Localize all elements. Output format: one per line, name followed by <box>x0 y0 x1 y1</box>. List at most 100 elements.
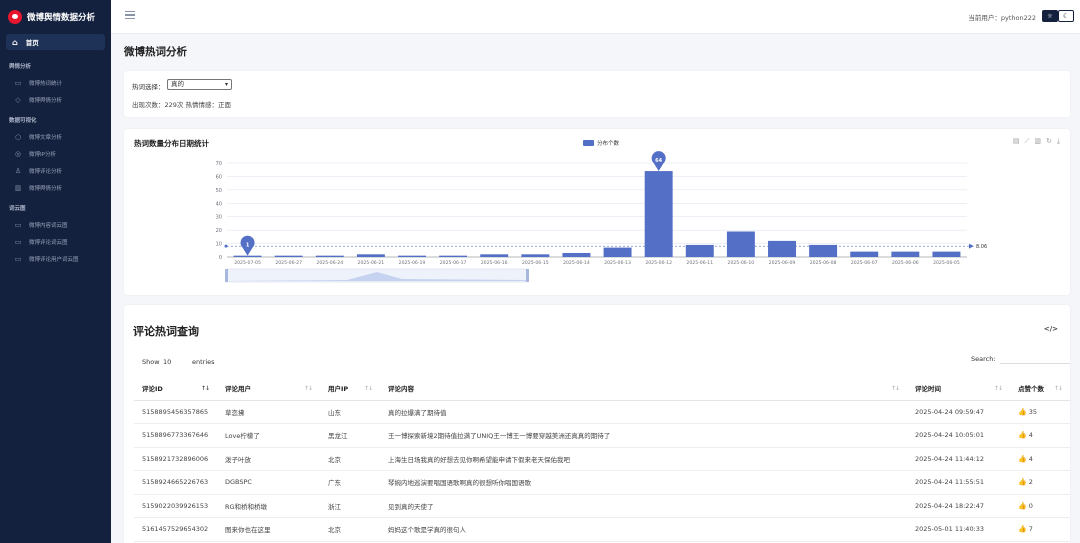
table-row[interactable]: 5159022039926153 RG和桥和桥墩 浙江 见到真的天使了 2025-04-… <box>134 494 1070 518</box>
cell-ip: 浙江 <box>320 494 380 518</box>
sidebar-item-home[interactable]: ⌂ 首页 <box>6 34 105 50</box>
sidebar-item-article-analysis[interactable]: ○ 微博文章分析 <box>0 128 111 145</box>
cell-user: 草恋拂 <box>217 400 320 424</box>
sidebar-item-content-wordcloud[interactable]: ▭ 微博内容词云图 <box>0 216 111 233</box>
data-zoom-handle-right <box>526 269 529 282</box>
bar <box>356 254 385 257</box>
x-tick-label: 2025-06-21 <box>358 260 385 266</box>
thumbs-up-icon: 👍 <box>1018 407 1027 416</box>
sidebar-item-label: 微博文章分析 <box>29 134 63 141</box>
sidebar-item-comment-analysis[interactable]: ♙ 微博评论分析 <box>0 162 111 179</box>
sidebar-item-label: 微博IP分析 <box>29 151 56 158</box>
sidebar-item-sentiment-analysis[interactable]: ◇ 微博舆情分析 <box>0 91 111 108</box>
monitor-icon: ▭ <box>14 237 22 246</box>
header-label: 点赞个数 <box>1018 385 1044 394</box>
bar-chart-icon: ▥ <box>14 183 22 192</box>
x-tick-label: 2025-06-08 <box>810 260 837 266</box>
x-tick-label: 2025-06-12 <box>645 260 672 266</box>
column-header-ip[interactable]: 用户IP ↑↓ <box>320 377 380 401</box>
average-mark-label: 8.06 <box>976 244 987 250</box>
average-mark-start <box>224 244 228 248</box>
column-header-likes[interactable]: 点赞个数 ↑↓ <box>1010 377 1070 401</box>
light-theme-button[interactable]: ☼ <box>1042 10 1058 22</box>
sidebar-item-hotword-stats[interactable]: ▭ 微博热词统计 <box>0 74 111 91</box>
sidebar-item-label: 微博评论用户词云图 <box>29 256 79 263</box>
sidebar-item-label: 微博热词统计 <box>29 80 63 87</box>
legend-label: 分布个数 <box>597 139 620 147</box>
sidebar-group-label: 数据可视化 <box>9 118 37 124</box>
like-count: 2 <box>1028 478 1033 487</box>
show-label: Show <box>142 358 160 366</box>
sort-icon: ↑↓ <box>363 385 373 392</box>
cell-ip: 黑龙江 <box>320 423 380 448</box>
cell-comment-id: 5161457529654302 <box>134 517 217 542</box>
bar <box>562 252 591 257</box>
header-label: 评论ID <box>142 385 163 394</box>
cell-likes: 👍 4 <box>1010 447 1070 471</box>
home-icon: ⌂ <box>12 37 18 47</box>
page-length-select[interactable]: 10 <box>163 358 171 366</box>
globe-icon: ◎ <box>14 149 22 158</box>
cell-content: 见到真的天使了 <box>380 494 907 518</box>
x-tick-label: 2025-06-11 <box>686 260 713 266</box>
chart-card: 热词数量分布日期统计 ▤ ⟋ ▥ ↻ ⤓ 分布个数 0 10 20 30 40 50 60 70… <box>124 129 1070 295</box>
table-row[interactable]: 5158896773367646 Love柠檬了 黑龙江 王一博探索新境2期待值拉满了… <box>134 423 1070 448</box>
y-tick-label: 10 <box>216 242 222 248</box>
cell-time: 2025-04-24 11:55:51 <box>907 470 1010 495</box>
header-label: 用户IP <box>328 385 349 394</box>
hotword-stats: 出现次数：229次 热情情感：正面 <box>132 101 231 109</box>
thumbs-up-icon: 👍 <box>1018 501 1027 510</box>
cell-content: 妈妈这个歌是学真的很句人 <box>380 517 907 542</box>
table-row[interactable]: 5158924665226763 DGBSPC 广东 琴婉内地巡演要唱国语歌啊真的很想… <box>134 470 1070 495</box>
code-icon[interactable]: </> <box>1044 325 1058 333</box>
dark-theme-button[interactable]: ☾ <box>1058 10 1074 22</box>
like-count: 35 <box>1028 407 1037 416</box>
y-tick-label: 70 <box>216 161 222 167</box>
sidebar-item-user-wordcloud[interactable]: ▭ 微博评论用户词云图 <box>0 250 111 267</box>
y-tick-label: 50 <box>216 188 222 194</box>
sidebar-group-label: 舆情分析 <box>9 64 32 70</box>
bar <box>644 171 673 257</box>
cell-ip: 广东 <box>320 470 380 495</box>
cell-content: 王一博探索新境2期待值拉满了UNIQ王一博王一博要穿越美洲还真真的期待了 <box>380 423 907 448</box>
bar <box>398 255 426 257</box>
cell-content: 琴婉内地巡演要唱国语歌啊真的很想听你唱国语歌 <box>380 470 907 495</box>
cell-likes: 👍 2 <box>1010 470 1070 495</box>
column-header-time[interactable]: 评论时间 ↑↓ <box>907 377 1010 401</box>
column-header-user[interactable]: 评论用户 ↑↓ <box>217 377 320 401</box>
bar <box>315 255 344 257</box>
data-zoom-handle-left <box>225 269 228 282</box>
comment-icon: ○ <box>14 132 22 141</box>
column-header-comment-id[interactable]: 评论ID ↑↓ <box>134 377 217 401</box>
header-label: 评论用户 <box>225 385 251 394</box>
average-mark-arrow <box>969 243 974 249</box>
sidebar-group-label: 词云图 <box>9 206 26 212</box>
x-tick-label: 2025-06-24 <box>316 260 343 266</box>
users-icon: ♙ <box>14 166 22 175</box>
entries-label: entries <box>192 358 215 366</box>
sidebar-item-comment-wordcloud[interactable]: ▭ 微博评论词云图 <box>0 233 111 250</box>
column-header-content[interactable]: 评论内容 ↑↓ <box>380 377 907 401</box>
x-tick-label: 2025-06-05 <box>933 260 960 266</box>
table-row[interactable]: 5158921732896006 泼子叶放 北京 上海生日场我真的好想去见你啊希望能申… <box>134 447 1070 471</box>
sidebar-item-sentiment-chart[interactable]: ▥ 微博舆情分析 <box>0 179 111 196</box>
cell-user: Love柠檬了 <box>217 423 320 448</box>
cell-comment-id: 5158896773367646 <box>134 423 217 448</box>
table-row[interactable]: 5161457529654302 图来你也在这里 北京 妈妈这个歌是学真的很句人 202… <box>134 517 1070 542</box>
bar <box>521 254 550 257</box>
y-tick-label: 20 <box>216 228 222 234</box>
comment-table-card: 评论热词查询 </> Show 10 entries Search: 评论ID ↑… <box>124 305 1070 543</box>
sidebar-item-ip-analysis[interactable]: ◎ 微博IP分析 <box>0 145 111 162</box>
bar <box>932 251 961 257</box>
x-tick-label: 2025-06-14 <box>563 260 590 266</box>
bar <box>891 251 920 257</box>
max-mark-point-label: 64 <box>655 158 662 164</box>
menu-icon[interactable] <box>125 11 135 19</box>
brand[interactable]: 微博舆情数据分析 <box>0 0 111 34</box>
table-row[interactable]: 5158895456357865 草恋拂 山东 真的拉爆满了期待值 2025-04-24… <box>134 400 1070 424</box>
sidebar-item-label: 首页 <box>25 39 39 47</box>
cell-ip: 山东 <box>320 400 380 424</box>
search-input[interactable] <box>1000 351 1070 364</box>
hotword-select[interactable]: 真的 ▾ <box>167 79 232 90</box>
x-tick-label: 2025-06-27 <box>275 260 302 266</box>
